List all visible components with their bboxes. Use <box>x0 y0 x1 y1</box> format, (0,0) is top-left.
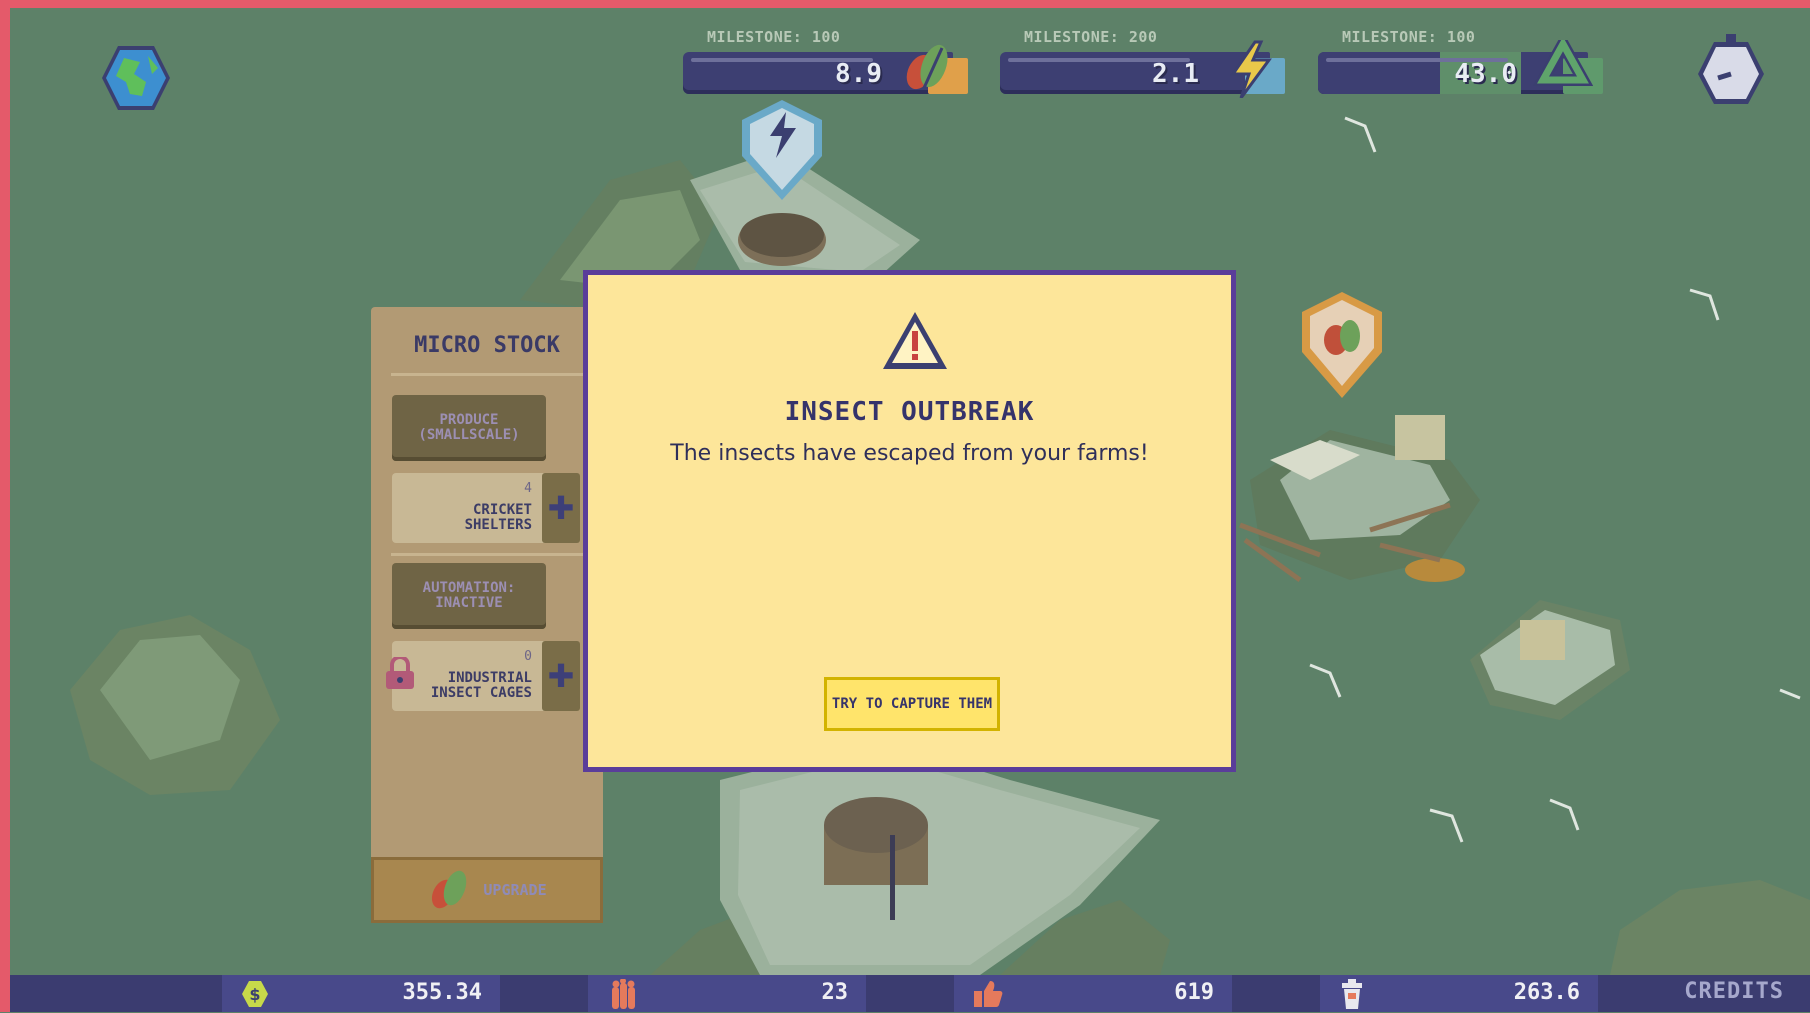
food-value: 8.9 <box>835 59 882 89</box>
dialog-message: The insects have escaped from your farms… <box>670 441 1149 466</box>
food-milestone-label: MILESTONE: 100 <box>707 28 841 46</box>
money-counter: $ 355.34 <box>222 975 500 1012</box>
micro-stock-panel: MICRO STOCK PRODUCE (SMALLSCALE) 4 CRICK… <box>371 307 603 923</box>
cricket-shelters-label: CRICKET SHELTERS <box>464 502 532 533</box>
industrial-insect-cages-label: INDUSTRIAL INSECT CAGES <box>430 670 532 701</box>
globe-icon[interactable] <box>100 44 172 116</box>
population-value: 23 <box>821 980 849 1005</box>
population-counter: 23 <box>588 975 866 1012</box>
warning-icon <box>880 309 950 377</box>
svg-text:$: $ <box>249 985 260 1004</box>
upgrade-button[interactable]: UPGRADE <box>371 857 603 923</box>
add-industrial-insect-cage-button[interactable]: ✚ <box>542 641 580 711</box>
event-dialog: INSECT OUTBREAK The insects have escaped… <box>583 270 1236 772</box>
trash-icon <box>1338 979 1366 1013</box>
energy-milestone-label: MILESTONE: 200 <box>1024 28 1158 46</box>
credits-button[interactable]: CREDITS <box>1684 979 1784 1004</box>
industrial-insect-cages-count: 0 <box>524 649 532 664</box>
lightning-icon <box>1225 40 1275 102</box>
approval-value: 619 <box>1174 980 1214 1005</box>
dialog-title: INSECT OUTBREAK <box>784 397 1035 427</box>
thumbs-up-icon <box>972 979 1004 1013</box>
recycle-value: 43.0 <box>1454 59 1517 89</box>
panel-title: MICRO STOCK <box>414 333 560 358</box>
resource-bar: $ 355.34 23 619 263.6 CREDITS <box>0 975 1810 1012</box>
coin-icon: $ <box>240 979 270 1013</box>
people-icon <box>606 978 640 1013</box>
automation-button[interactable]: AUTOMATION: INACTIVE <box>392 563 546 629</box>
food-leaf-icon <box>900 40 958 100</box>
recycle-meter: MILESTONE: 100 43.0 <box>1318 28 1603 100</box>
industrial-insect-cages-item: 0 INDUSTRIAL INSECT CAGES ✚ <box>386 641 580 711</box>
food-meter: MILESTONE: 100 8.9 <box>683 28 968 100</box>
add-cricket-shelter-button[interactable]: ✚ <box>542 473 580 543</box>
energy-value: 2.1 <box>1152 59 1199 89</box>
money-value: 355.34 <box>402 980 482 1005</box>
cricket-shelters-item: 4 CRICKET SHELTERS ✚ <box>392 473 580 543</box>
food-leaf-icon <box>432 870 467 909</box>
recycle-icon <box>1532 31 1594 102</box>
energy-meter: MILESTONE: 200 2.1 <box>1000 28 1285 100</box>
recycle-milestone-label: MILESTONE: 100 <box>1342 28 1476 46</box>
approval-counter: 619 <box>954 975 1232 1012</box>
produce-button[interactable]: PRODUCE (SMALLSCALE) <box>392 395 546 461</box>
waste-value: 263.6 <box>1513 980 1580 1005</box>
stopwatch-icon[interactable] <box>1696 34 1766 110</box>
upgrade-label: UPGRADE <box>483 881 547 899</box>
waste-counter: 263.6 <box>1320 975 1598 1012</box>
capture-insects-button[interactable]: TRY TO CAPTURE THEM <box>824 677 1000 731</box>
cricket-shelters-count: 4 <box>524 481 532 496</box>
